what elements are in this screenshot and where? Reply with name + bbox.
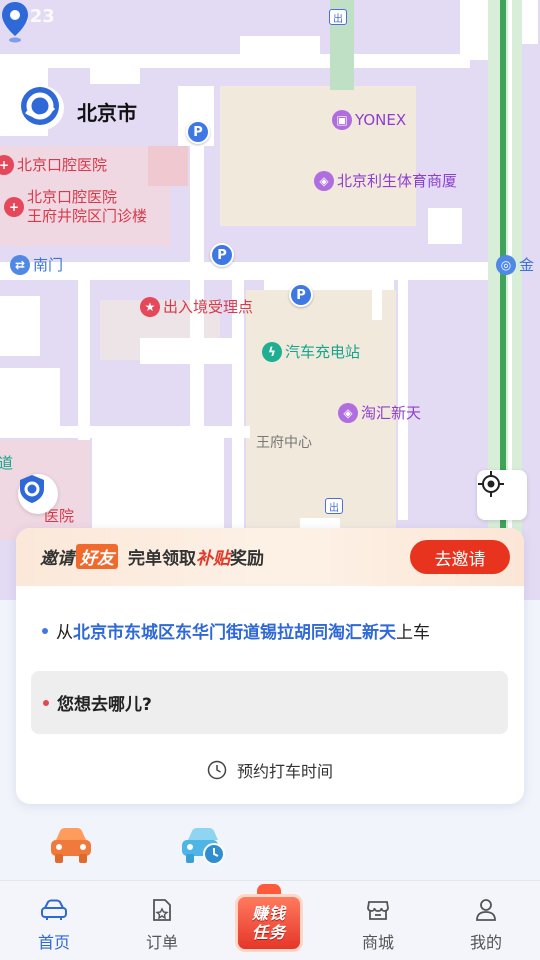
invite-button[interactable]: 去邀请 — [410, 540, 510, 574]
pickup-pin-icon[interactable] — [0, 0, 30, 44]
person-icon — [476, 899, 496, 921]
pickup-address[interactable]: 北京市东城区东华门街道锡拉胡同淘汇新天 — [73, 618, 396, 643]
poi-label-line1: 北京口腔医院 — [27, 188, 118, 206]
poi-immigration[interactable]: ★ 出入境受理点 — [140, 296, 253, 317]
tab-orders[interactable]: 订单 — [122, 881, 202, 960]
taxi-service-icon[interactable] — [48, 826, 94, 866]
poi-south-gate[interactable]: ⇄ 南门 — [10, 254, 63, 275]
invite-banner[interactable]: 邀请 好友 完单领取 补贴 奖励 去邀请 — [16, 528, 524, 586]
gate-icon: ⇄ — [10, 254, 30, 275]
tab-store[interactable]: 商城 — [338, 881, 418, 960]
invite-badge: 好友 — [76, 544, 118, 569]
poi-wangfu-center[interactable]: 王府中心 — [256, 432, 312, 452]
safety-shield-button[interactable] — [18, 474, 58, 514]
earn-task-line1: 赚钱 — [251, 904, 286, 923]
poi-sports-store[interactable]: ◈ 北京利生体育商厦 — [314, 170, 457, 191]
tab-label: 首页 — [37, 933, 70, 952]
destination-input[interactable]: 您想去哪儿? — [31, 671, 508, 734]
poi-taohui[interactable]: ◈ 淘汇新天 — [338, 402, 421, 423]
invite-suffix: 奖励 — [230, 549, 264, 569]
metro-exit-icon: 出 — [325, 498, 343, 514]
earn-task-line2: 任务 — [251, 923, 286, 942]
road-label-partial: 道 — [0, 452, 13, 473]
tab-label: 商城 — [361, 933, 394, 952]
pickup-row[interactable]: 从 北京市东城区东华门街道锡拉胡同淘汇新天 上车 — [42, 618, 430, 643]
shopping-bag-icon: ◈ — [338, 402, 358, 423]
road-label: 道 — [0, 454, 14, 472]
tab-home[interactable]: 首页 — [14, 881, 94, 960]
poi-yonex[interactable]: ▣ YONEX — [332, 110, 406, 130]
tab-me[interactable]: 我的 — [446, 881, 526, 960]
poi-label: 金 — [519, 256, 535, 274]
invite-middle: 完单领取 — [128, 549, 196, 569]
poi-label: 王府中心 — [256, 435, 312, 451]
destination-placeholder: 您想去哪儿? — [57, 695, 152, 715]
poi-dental-branch[interactable]: + 北京口腔医院 王府井院区门诊楼 — [4, 188, 147, 226]
poi-gold-partial[interactable]: ◎ 金 — [496, 254, 534, 275]
parking-icon[interactable]: P — [289, 283, 313, 307]
poi-label: 出入境受理点 — [163, 298, 254, 316]
logo-icon — [21, 87, 59, 125]
poi-label: 北京利生体育商厦 — [337, 172, 458, 190]
earn-task-button[interactable]: 赚钱 任务 — [229, 884, 309, 954]
map-canvas — [0, 0, 538, 600]
poi-label-line2: 王府井院区门诊楼 — [27, 207, 148, 225]
shop-icon: ▣ — [332, 110, 352, 130]
metro-exit-icon: 出 — [329, 9, 347, 25]
bank-icon: ◎ — [496, 254, 516, 275]
schedule-ride-button[interactable]: 预约打车时间 — [16, 758, 524, 782]
map-view[interactable]: 6:23 出 北京市 ▣ YONEX ◈ 北京利生体育商厦 + 北京口腔医院 +… — [0, 0, 540, 600]
shield-icon — [20, 475, 44, 503]
poi-dental-hospital[interactable]: + 北京口腔医院 — [0, 154, 107, 175]
poi-label: 淘汇新天 — [361, 404, 422, 422]
poi-label: YONEX — [355, 111, 407, 129]
hospital-icon: + — [4, 197, 24, 217]
invite-text: 邀请 好友 完单领取 补贴 奖励 — [40, 544, 264, 569]
scheduled-ride-icon[interactable] — [180, 826, 226, 866]
order-icon — [153, 899, 171, 921]
store-icon — [367, 901, 389, 920]
shopping-bag-icon: ◈ — [314, 170, 334, 191]
pickup-suffix: 上车 — [396, 623, 430, 643]
clock-icon — [207, 760, 227, 780]
poi-label: 北京口腔医院 — [17, 156, 108, 174]
city-selector[interactable]: 北京市 — [77, 97, 137, 126]
poi-label: 汽车充电站 — [285, 343, 361, 361]
app-logo[interactable] — [20, 86, 64, 130]
poi-ev-charging[interactable]: ϟ 汽车充电站 — [262, 341, 360, 362]
pickup-dot-icon — [42, 627, 48, 634]
earn-task-badge: 赚钱 任务 — [235, 894, 303, 952]
car-icon — [41, 899, 67, 920]
tab-label: 我的 — [469, 933, 502, 952]
hospital-icon: + — [0, 154, 14, 175]
crosshair-icon — [478, 471, 504, 497]
poi-label: 南门 — [33, 256, 64, 274]
ride-request-card: 邀请 好友 完单领取 补贴 奖励 去邀请 从 北京市东城区东华门街道锡拉胡同淘汇… — [16, 528, 524, 804]
schedule-label: 预约打车时间 — [236, 762, 333, 781]
invite-prefix: 邀请 — [40, 549, 74, 569]
pickup-prefix: 从 — [56, 623, 73, 643]
parking-icon[interactable]: P — [210, 243, 234, 267]
tab-label: 订单 — [145, 933, 178, 952]
locate-me-button[interactable] — [477, 470, 527, 520]
invite-highlight: 补贴 — [196, 549, 230, 569]
parking-icon[interactable]: P — [186, 120, 210, 144]
destination-dot-icon — [43, 699, 49, 706]
charging-icon: ϟ — [262, 341, 282, 362]
star-icon: ★ — [140, 296, 160, 317]
